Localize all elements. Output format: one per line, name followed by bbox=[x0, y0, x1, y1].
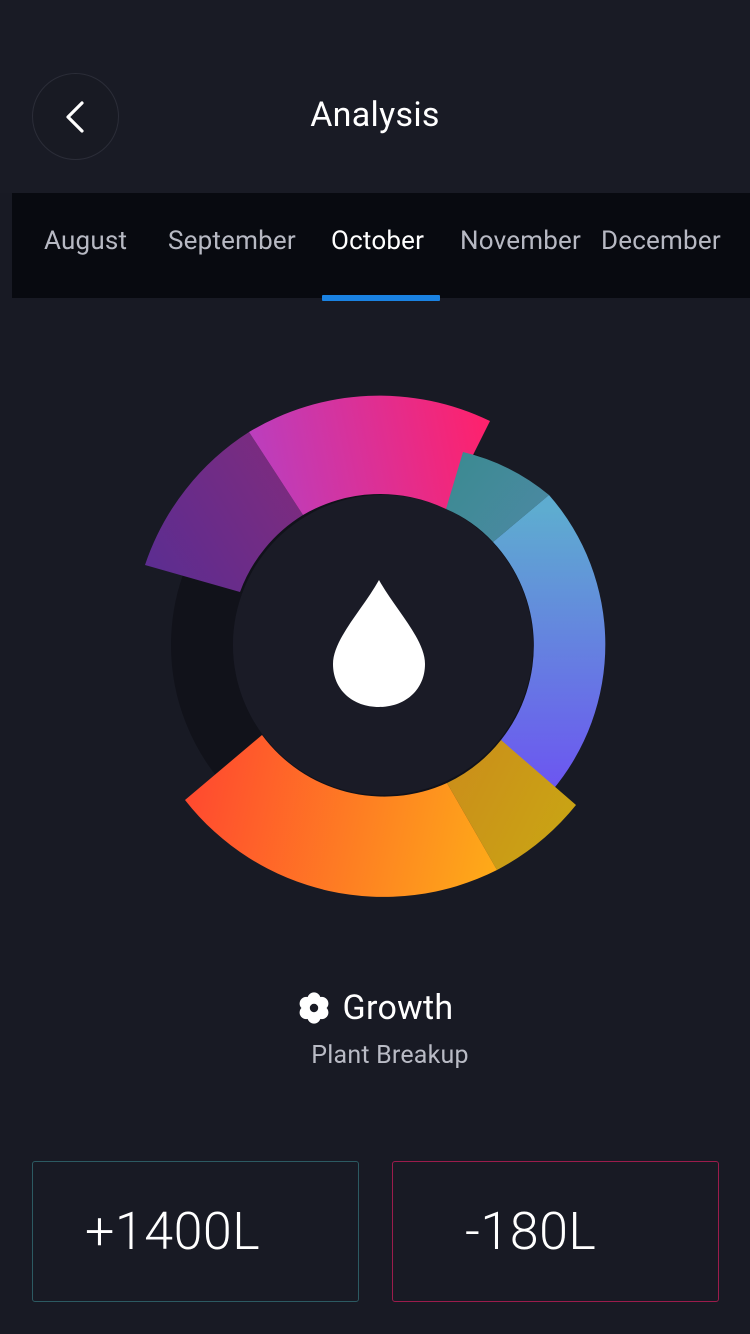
tab-october[interactable]: October bbox=[331, 226, 424, 256]
tab-november[interactable]: November bbox=[460, 226, 581, 256]
growth-sublabel: Plant Breakup bbox=[311, 1041, 469, 1070]
inflow-card[interactable]: +1400L bbox=[32, 1161, 359, 1302]
analysis-screen: Analysis August September October Novemb… bbox=[0, 0, 750, 1334]
inflow-value: +1400L bbox=[85, 1201, 261, 1262]
outflow-card[interactable]: -180L bbox=[392, 1161, 719, 1302]
tab-december[interactable]: December bbox=[601, 226, 721, 256]
page-title: Analysis bbox=[310, 95, 440, 135]
tab-august[interactable]: August bbox=[44, 226, 127, 256]
growth-heading: Growth bbox=[0, 988, 750, 1028]
active-tab-indicator bbox=[322, 295, 440, 301]
app-header: Analysis bbox=[0, 0, 750, 193]
month-tabs: August September October November Decemb… bbox=[12, 193, 750, 301]
growth-label: Growth bbox=[342, 988, 454, 1028]
flower-icon bbox=[299, 992, 328, 1024]
tab-september[interactable]: September bbox=[168, 226, 296, 256]
outflow-value: -180L bbox=[465, 1201, 597, 1262]
usage-ring-chart bbox=[145, 395, 606, 897]
